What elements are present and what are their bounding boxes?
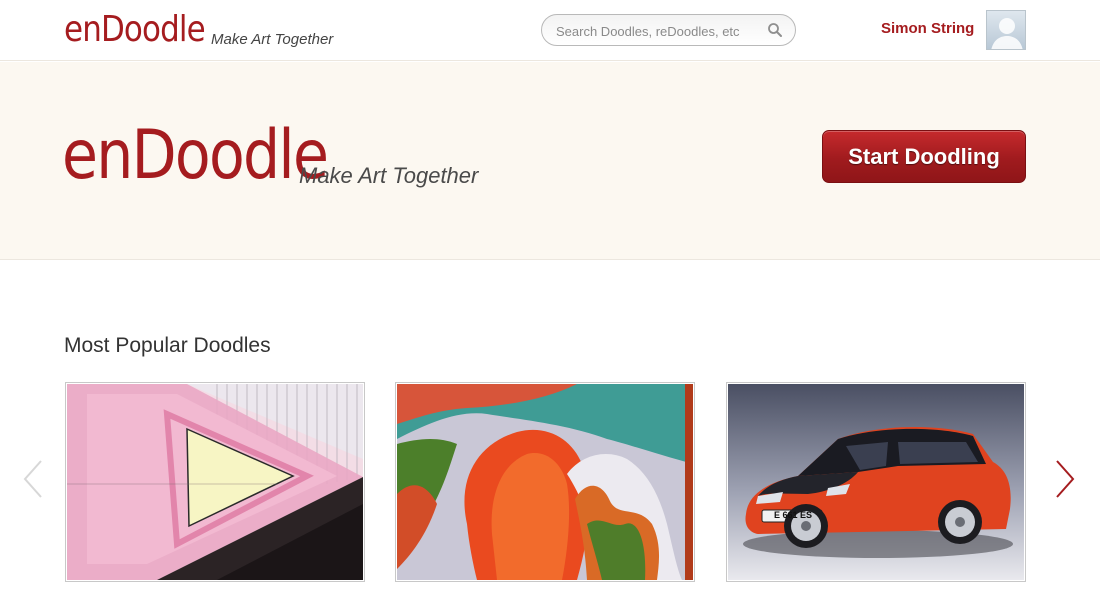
chevron-left-icon[interactable]: [21, 458, 45, 500]
car-license-plate: E 661 ES: [773, 510, 813, 520]
doodle-card[interactable]: [395, 382, 695, 582]
top-header: enDoodle Make Art Together Simon String: [0, 0, 1100, 61]
header-tagline: Make Art Together: [211, 31, 334, 48]
doodle-card[interactable]: [65, 382, 365, 582]
user-name-link[interactable]: Simon String: [881, 20, 974, 37]
start-doodling-button[interactable]: Start Doodling: [822, 130, 1026, 183]
search-input[interactable]: [556, 21, 761, 41]
doodle-thumbnail-car: [728, 384, 1024, 580]
avatar[interactable]: [986, 10, 1026, 50]
logo-link[interactable]: enDoodle: [64, 8, 206, 52]
hero-tagline: Make Art Together: [299, 163, 479, 188]
search-icon[interactable]: [767, 22, 783, 38]
hero-logo: enDoodle: [62, 116, 329, 195]
section-title: Most Popular Doodles: [64, 334, 271, 357]
chevron-right-icon[interactable]: [1053, 458, 1077, 500]
doodle-card[interactable]: E 661 ES: [726, 382, 1026, 582]
hero-banner: enDoodle Make Art Together Start Doodlin…: [0, 62, 1100, 260]
doodle-thumbnail-triangle: [67, 384, 363, 580]
doodle-thumbnail-abstract: [397, 384, 693, 580]
user-silhouette-icon: [991, 18, 1023, 49]
search-box: [541, 14, 796, 46]
